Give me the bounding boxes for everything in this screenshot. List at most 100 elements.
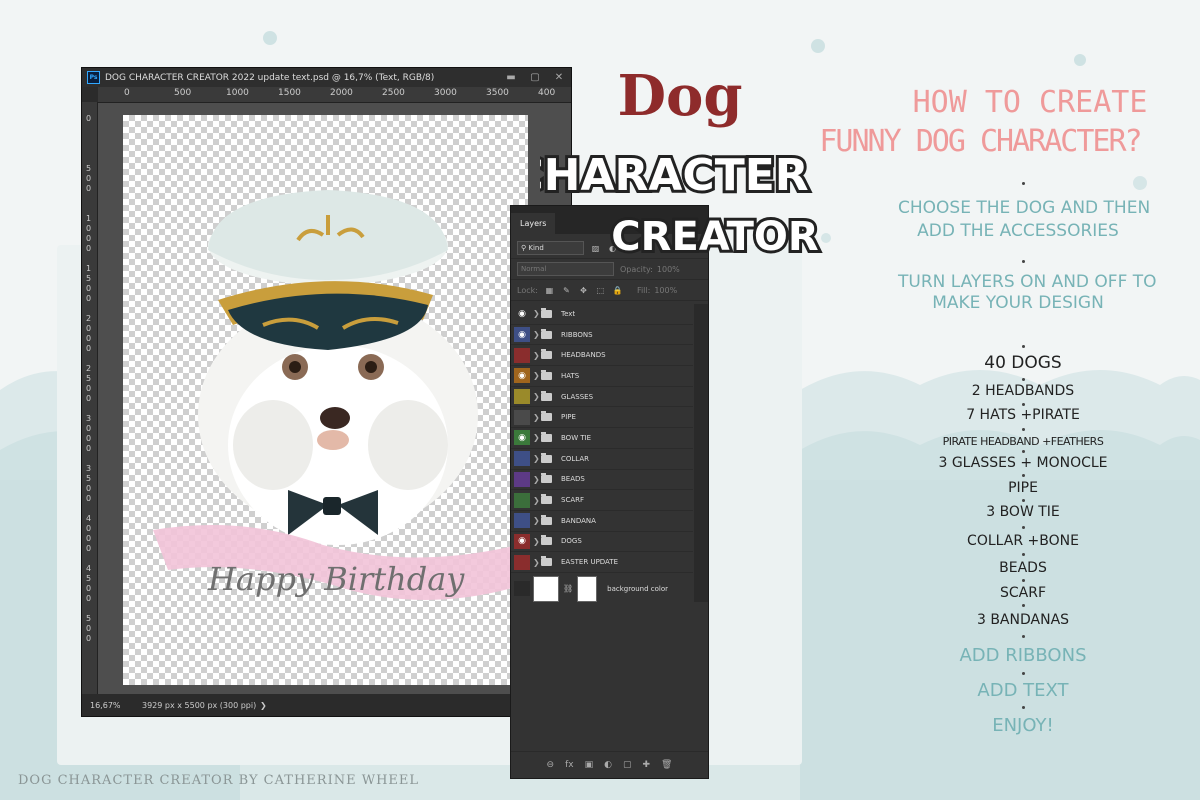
- layer-name: HEADBANDS: [561, 351, 606, 360]
- chevron-right-icon[interactable]: ❯: [260, 701, 267, 710]
- layer-row[interactable]: ❯ BANDANA: [511, 511, 693, 532]
- canvas-area[interactable]: Happy Birthday: [98, 103, 571, 694]
- folder-icon: [541, 514, 552, 525]
- step2-line-2: MAKE YOUR DESIGN: [932, 293, 1104, 313]
- chevron-right-icon[interactable]: ❯: [533, 330, 541, 339]
- folder-icon: [541, 307, 552, 318]
- eye-icon[interactable]: ◉: [514, 430, 530, 446]
- layer-row[interactable]: ❯ SCARF: [511, 490, 693, 511]
- lock-pixels-icon[interactable]: ✎: [561, 285, 572, 296]
- list-item: PIPE: [1008, 480, 1038, 496]
- eye-hidden-icon[interactable]: [514, 347, 530, 363]
- folder-icon: [541, 328, 552, 339]
- chevron-right-icon[interactable]: ❯: [533, 433, 541, 442]
- chevron-right-icon[interactable]: ❯: [533, 537, 541, 546]
- eye-icon[interactable]: ◉: [514, 368, 530, 384]
- zoom-level[interactable]: 16,67%: [82, 701, 142, 710]
- layer-list: ◉ ❯ Text ◉ ❯ RIBBONS ❯ HEADBANDS ◉ ❯ HATS ❯ GLAS…: [511, 304, 693, 605]
- layer-name: EASTER UPDATE: [561, 558, 618, 567]
- list-item: COLLAR +BONE: [967, 533, 1079, 549]
- ruler-tick-label: 3500: [486, 88, 509, 98]
- layer-row[interactable]: ◉ ❯ RIBBONS: [511, 325, 693, 346]
- new-group-icon[interactable]: ▢: [623, 760, 632, 770]
- chevron-right-icon[interactable]: ❯: [533, 371, 541, 380]
- chevron-right-icon[interactable]: ❯: [533, 309, 541, 318]
- lock-artboard-icon[interactable]: ⬚: [595, 285, 606, 296]
- bullet-dot: [1022, 526, 1025, 529]
- folder-icon: [541, 431, 552, 442]
- chevron-right-icon[interactable]: ❯: [533, 558, 541, 567]
- vertical-ruler[interactable]: 0 500 1000 1500 2000 2500 3000 3500 4000…: [82, 102, 98, 694]
- document-canvas[interactable]: Happy Birthday: [123, 115, 528, 685]
- layer-row[interactable]: ❯ GLASSES: [511, 387, 693, 408]
- eye-icon[interactable]: ◉: [514, 533, 530, 549]
- eye-hidden-icon[interactable]: [514, 492, 530, 508]
- add-mask-icon[interactable]: ▣: [585, 760, 594, 770]
- ruler-tick-label: 4000: [86, 514, 92, 553]
- layer-row[interactable]: ❯ PIPE: [511, 407, 693, 429]
- layer-row[interactable]: ❯ HEADBANDS: [511, 345, 693, 367]
- ruler-tick-label: 500: [174, 88, 192, 98]
- chevron-right-icon[interactable]: ❯: [533, 351, 541, 360]
- eye-hidden-icon[interactable]: [514, 451, 530, 467]
- bullet-dot: [1022, 553, 1025, 556]
- trash-icon[interactable]: 🗑: [661, 760, 672, 770]
- layer-row[interactable]: ◉ ❯ DOGS: [511, 532, 693, 553]
- lock-transparency-icon[interactable]: ▦: [544, 285, 555, 296]
- eye-hidden-icon[interactable]: [514, 581, 530, 597]
- bullet-dot: [1022, 672, 1025, 675]
- adjustment-layer-icon[interactable]: ◐: [604, 760, 612, 770]
- layer-name: COLLAR: [561, 454, 590, 463]
- eye-hidden-icon[interactable]: [514, 471, 530, 487]
- fill-value[interactable]: 100%: [654, 286, 677, 295]
- new-layer-icon[interactable]: ✚: [642, 760, 650, 770]
- extra-item: ENJOY!: [992, 715, 1054, 736]
- ruler-tick-label: 1500: [86, 264, 92, 303]
- panel-scrollbar[interactable]: [694, 304, 708, 602]
- lock-row: Lock: ▦ ✎ ✥ ⬚ 🔒 Fill: 100%: [511, 280, 708, 301]
- horizontal-ruler[interactable]: 0 500 1000 1500 2000 2500 3000 3500 400: [98, 87, 571, 103]
- list-item: 2 HEADBANDS: [971, 383, 1075, 399]
- lock-all-icon[interactable]: 🔒: [612, 285, 623, 296]
- folder-icon: [541, 411, 552, 422]
- chevron-right-icon[interactable]: ❯: [533, 392, 541, 401]
- folder-icon: [541, 473, 552, 484]
- lock-position-icon[interactable]: ✥: [578, 285, 589, 296]
- chevron-right-icon[interactable]: ❯: [533, 475, 541, 484]
- layer-row[interactable]: ◉ ❯ HATS: [511, 366, 693, 387]
- layer-row[interactable]: ◉ ❯ BOW TIE: [511, 428, 693, 449]
- layer-row[interactable]: ❯ COLLAR: [511, 449, 693, 470]
- ruler-tick-label: 1000: [86, 214, 92, 253]
- layer-style-icon[interactable]: fx: [565, 760, 574, 770]
- eye-hidden-icon[interactable]: [514, 389, 530, 405]
- bullet-dot: [1022, 428, 1025, 431]
- layer-row[interactable]: ◉ ❯ Text: [511, 304, 693, 325]
- chevron-right-icon[interactable]: ❯: [533, 413, 541, 422]
- folder-icon: [541, 535, 552, 546]
- background-layer-row[interactable]: ⛓ background color: [511, 573, 693, 605]
- layer-name: BANDANA: [561, 516, 596, 525]
- bullet-dot: [1022, 474, 1025, 477]
- eye-hidden-icon[interactable]: [514, 513, 530, 529]
- layer-thumbnail: [533, 575, 559, 602]
- folder-icon: [541, 390, 552, 401]
- link-layers-icon[interactable]: ⊖: [547, 760, 555, 770]
- layer-row[interactable]: ❯ EASTER UPDATE: [511, 552, 693, 573]
- chevron-right-icon[interactable]: ❯: [533, 496, 541, 505]
- step2-line-1: TURN LAYERS ON AND OFF TO: [898, 272, 1157, 292]
- ruler-tick-label: 1500: [278, 88, 301, 98]
- eye-hidden-icon[interactable]: [514, 409, 530, 425]
- list-item: 7 HATS +PIRATE: [966, 407, 1080, 423]
- eye-icon[interactable]: ◉: [514, 327, 530, 343]
- folder-icon: [541, 369, 552, 380]
- bullet-dot: [1022, 604, 1025, 607]
- chevron-right-icon[interactable]: ❯: [533, 516, 541, 525]
- ribbon-text: Happy Birthday: [207, 560, 465, 598]
- chevron-right-icon[interactable]: ❯: [533, 454, 541, 463]
- bullet-dot: [1022, 403, 1025, 406]
- minimize-icon[interactable]: ▬: [499, 72, 523, 83]
- eye-icon[interactable]: ◉: [514, 306, 530, 322]
- eye-hidden-icon[interactable]: [514, 554, 530, 570]
- layer-row[interactable]: ❯ BEADS: [511, 470, 693, 491]
- bullet-dot: [1022, 635, 1025, 638]
